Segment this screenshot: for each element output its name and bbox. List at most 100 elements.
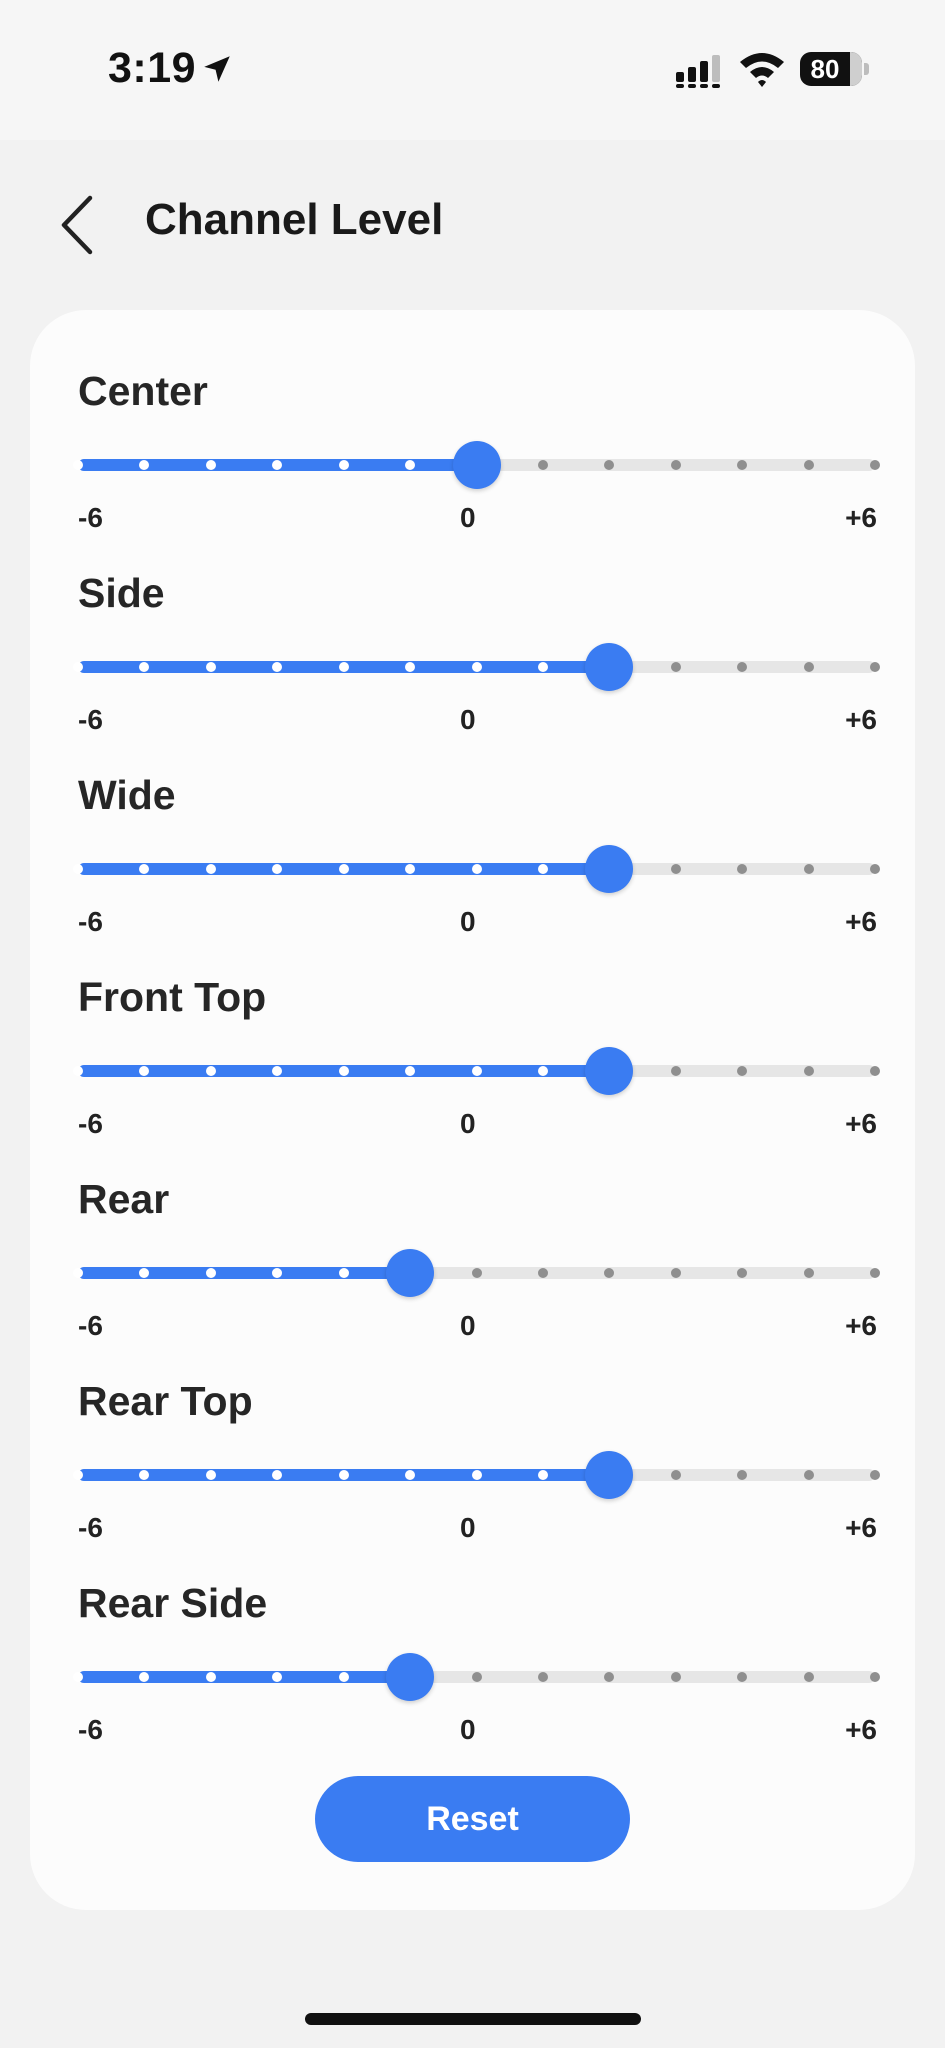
channel-slider[interactable] — [73, 1647, 880, 1707]
reset-button[interactable]: Reset — [315, 1776, 630, 1862]
slider-tick — [537, 662, 548, 672]
scale-mid-label: 0 — [460, 906, 476, 937]
slider-thumb[interactable] — [585, 643, 634, 691]
slider-tick — [471, 864, 482, 874]
slider-tick — [338, 1268, 349, 1278]
channel-slider[interactable] — [73, 637, 880, 697]
slider-tick — [537, 864, 548, 874]
channel-label: Wide — [78, 772, 176, 818]
channel-row-front-top: Front Top -6 0 +6 — [30, 946, 915, 1146]
slider-tick — [870, 1066, 880, 1076]
slider-tick — [338, 1672, 349, 1682]
slider-tick — [670, 1470, 681, 1480]
channel-row-center: Center -6 0 +6 — [30, 340, 915, 540]
slider-tick — [471, 1470, 482, 1480]
battery-empty-portion — [850, 52, 862, 86]
channel-label: Rear Top — [78, 1378, 253, 1424]
scale-mid-label: 0 — [460, 1714, 476, 1745]
slider-tick — [73, 1066, 83, 1076]
scale-max-label: +6 — [845, 1310, 877, 1341]
slider-tick — [803, 864, 814, 874]
slider-tick — [205, 460, 216, 470]
scale-mid-label: 0 — [460, 1108, 476, 1139]
scale-min-label: -6 — [78, 1714, 103, 1745]
slider-thumb[interactable] — [452, 441, 501, 489]
channel-label: Rear Side — [78, 1580, 268, 1626]
scale-min-label: -6 — [78, 906, 103, 937]
slider-tick — [803, 1066, 814, 1076]
slider-thumb[interactable] — [585, 1047, 634, 1095]
channel-label: Front Top — [78, 974, 267, 1020]
slider-tick — [803, 1268, 814, 1278]
channel-row-side: Side -6 0 +6 — [30, 542, 915, 742]
scale-min-label: -6 — [78, 502, 103, 533]
slider-thumb[interactable] — [386, 1653, 435, 1701]
scale-min-label: -6 — [78, 704, 103, 735]
slider-tick — [73, 662, 83, 672]
slider-thumb[interactable] — [585, 1451, 634, 1499]
slider-tick — [870, 1672, 880, 1682]
slider-fill — [78, 1671, 411, 1683]
channel-row-rear: Rear -6 0 +6 — [30, 1148, 915, 1348]
slider-tick — [803, 662, 814, 672]
slider-tick — [338, 1066, 349, 1076]
slider-tick — [537, 460, 548, 470]
channel-label: Side — [78, 570, 165, 616]
slider-tick — [803, 1672, 814, 1682]
scale-mid-label: 0 — [460, 502, 476, 533]
channel-row-wide: Wide -6 0 +6 — [30, 744, 915, 944]
home-indicator — [305, 2013, 641, 2025]
channel-slider[interactable] — [73, 435, 880, 495]
scale-max-label: +6 — [845, 1714, 877, 1745]
slider-tick — [471, 662, 482, 672]
slider-tick — [338, 460, 349, 470]
scale-min-label: -6 — [78, 1512, 103, 1543]
slider-tick — [73, 1470, 83, 1480]
slider-tick — [670, 460, 681, 470]
scale-mid-label: 0 — [460, 704, 476, 735]
back-button[interactable] — [52, 190, 104, 260]
slider-thumb[interactable] — [386, 1249, 435, 1297]
slider-tick — [205, 662, 216, 672]
slider-tick — [670, 662, 681, 672]
channel-level-card: Center -6 0 +6 Side -6 0 +6 Wide -6 0 +6 Front Top -6… — [30, 310, 915, 1910]
slider-tick — [537, 1470, 548, 1480]
slider-tick — [205, 1672, 216, 1682]
slider-tick — [205, 1268, 216, 1278]
scale-max-label: +6 — [845, 704, 877, 735]
channel-label: Center — [78, 368, 208, 414]
slider-tick — [670, 864, 681, 874]
channel-slider[interactable] — [73, 1041, 880, 1101]
slider-tick — [670, 1672, 681, 1682]
bottom-safe-area — [0, 1965, 945, 2048]
slider-thumb[interactable] — [585, 845, 634, 893]
slider-tick — [338, 1470, 349, 1480]
channel-slider[interactable] — [73, 839, 880, 899]
channel-row-rear-top: Rear Top -6 0 +6 — [30, 1350, 915, 1550]
slider-tick — [670, 1066, 681, 1076]
wifi-icon — [740, 53, 784, 87]
channel-slider[interactable] — [73, 1445, 880, 1505]
scale-min-label: -6 — [78, 1310, 103, 1341]
slider-tick — [471, 1672, 482, 1682]
scale-max-label: +6 — [845, 1512, 877, 1543]
slider-tick — [870, 460, 880, 470]
slider-tick — [73, 864, 83, 874]
slider-tick — [537, 1268, 548, 1278]
status-bar: 3:19 80 — [0, 0, 945, 140]
slider-tick — [537, 1672, 548, 1682]
battery-icon: 80 — [800, 52, 862, 86]
slider-tick — [471, 1268, 482, 1278]
scale-max-label: +6 — [845, 1108, 877, 1139]
scale-mid-label: 0 — [460, 1310, 476, 1341]
slider-tick — [803, 1470, 814, 1480]
slider-tick — [870, 1268, 880, 1278]
channel-slider[interactable] — [73, 1243, 880, 1303]
slider-tick — [73, 1268, 83, 1278]
slider-fill — [78, 1267, 411, 1279]
scale-max-label: +6 — [845, 906, 877, 937]
slider-tick — [870, 864, 880, 874]
chevron-left-icon — [61, 195, 93, 255]
slider-tick — [537, 1066, 548, 1076]
location-arrow-icon — [204, 56, 230, 82]
